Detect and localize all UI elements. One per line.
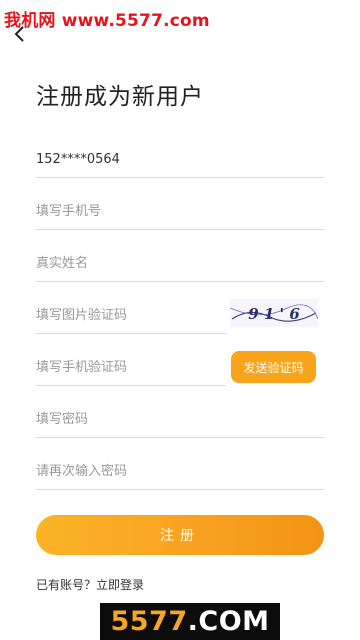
confirm-password-input[interactable] <box>36 453 324 489</box>
real-name-field[interactable] <box>36 245 324 282</box>
sms-code-input[interactable] <box>36 349 226 385</box>
phone-input[interactable] <box>36 193 324 229</box>
page-title: 注册成为新用户 <box>36 84 204 110</box>
chevron-left-icon <box>14 26 24 42</box>
login-link[interactable]: 已有账号？立即登录 <box>36 576 144 593</box>
password-field[interactable] <box>36 401 324 438</box>
account-input[interactable] <box>36 141 324 177</box>
watermark-bottom-rest: .COM <box>187 606 270 637</box>
password-input[interactable] <box>36 401 324 437</box>
account-field[interactable] <box>36 141 324 178</box>
sms-code-field[interactable] <box>36 349 226 386</box>
watermark-bottom: 5577 .COM <box>100 603 280 640</box>
captcha-image[interactable]: 9 1 ' 6 <box>230 299 318 327</box>
back-button[interactable] <box>10 24 30 44</box>
real-name-input[interactable] <box>36 245 324 281</box>
watermark-bottom-accent: 5577 <box>110 606 188 637</box>
image-captcha-field[interactable] <box>36 297 226 334</box>
watermark-top: 我机网 www.5577.com <box>4 11 210 31</box>
captcha-graphic: 9 1 ' 6 <box>230 304 318 323</box>
captcha-text: 9 1 ' 6 <box>248 305 300 323</box>
confirm-password-field[interactable] <box>36 453 324 490</box>
image-captcha-input[interactable] <box>36 297 226 333</box>
send-code-button[interactable]: 发送验证码 <box>231 351 316 383</box>
register-button[interactable]: 注册 <box>36 515 324 555</box>
phone-field[interactable] <box>36 193 324 230</box>
